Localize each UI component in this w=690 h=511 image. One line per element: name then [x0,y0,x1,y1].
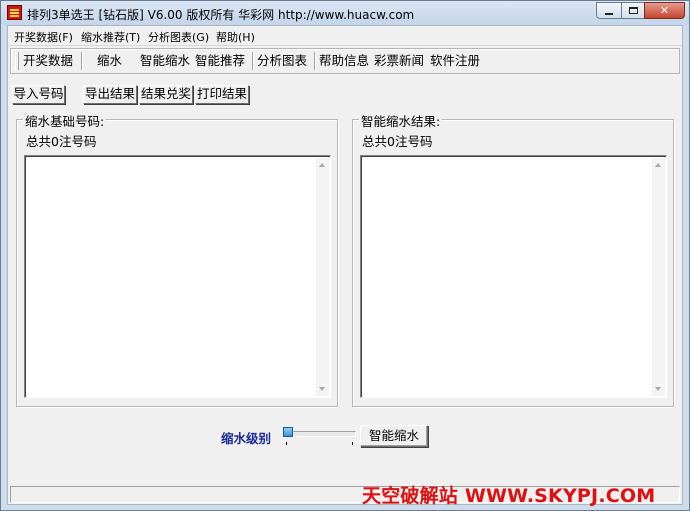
toolbar-reduce-button[interactable]: 缩水 [97,53,122,69]
scroll-down-icon[interactable] [655,387,661,391]
export-results-button[interactable]: 导出结果 [83,85,137,104]
minimize-button[interactable] [596,2,622,19]
smart-result-caption: 智能缩水结果: [359,111,443,130]
title-bar[interactable]: 排列3单选王 [钻石版] V6.00 版权所有 华彩网 http://www.h… [1,1,689,25]
maximize-button[interactable] [621,2,645,19]
slider-tick [286,442,287,445]
close-button[interactable]: ✕ [644,2,685,19]
application-window: 排列3单选王 [钻石版] V6.00 版权所有 华彩网 http://www.h… [0,0,690,511]
toolbar-smart-reduce-button[interactable]: 智能缩水 [140,53,190,69]
base-list-scrollbar[interactable] [316,158,329,396]
close-icon: ✕ [659,4,670,17]
reduce-level-slider[interactable] [282,426,356,446]
scroll-down-icon[interactable] [319,387,325,391]
reduce-level-label: 缩水级别 [221,431,272,446]
base-numbers-caption: 缩水基础号码: [23,111,107,130]
toolbar-separator [314,52,316,70]
toolbar-lottery-news-button[interactable]: 彩票新闻 [374,53,424,69]
scroll-up-icon[interactable] [319,163,325,167]
menu-reduce-recommend[interactable]: 缩水推荐(T) [81,29,140,45]
slider-tick [352,442,353,445]
scroll-up-icon[interactable] [655,163,661,167]
slider-thumb[interactable] [283,427,293,437]
toolbar-register-button[interactable]: 软件注册 [430,53,480,69]
smart-result-group: 智能缩水结果: 总共0注号码 [352,111,674,407]
import-numbers-button[interactable]: 导入号码 [12,85,65,104]
base-numbers-group: 缩水基础号码: 总共0注号码 [16,111,338,407]
base-count-label: 总共0注号码 [26,134,97,149]
toolbar-analysis-charts-button[interactable]: 分析图表 [257,53,307,69]
toolbar-smart-recommend-button[interactable]: 智能推荐 [195,53,245,69]
toolbar-separator [252,52,254,70]
base-numbers-list[interactable] [24,155,331,398]
client-area: 开奖数据(F) 缩水推荐(T) 分析图表(G) 帮助(H) 开奖数据 缩水 智能… [7,25,683,505]
slider-track[interactable] [284,431,356,437]
maximize-icon [628,7,638,14]
smart-reduce-button[interactable]: 智能缩水 [360,425,428,447]
window-title: 排列3单选王 [钻石版] V6.00 版权所有 华彩网 http://www.h… [27,8,415,22]
smart-result-list[interactable] [360,155,667,398]
watermark-text: 天空破解站 WWW.SKYPJ.COM [362,485,656,507]
app-logo-icon[interactable] [7,5,22,20]
result-list-scrollbar[interactable] [652,158,665,396]
print-results-button[interactable]: 打印结果 [195,85,249,104]
toolbar-grip[interactable] [15,52,19,70]
toolbar-separator [81,52,83,70]
toolbar-help-info-button[interactable]: 帮助信息 [319,53,369,69]
redeem-results-button[interactable]: 结果兑奖 [139,85,193,104]
minimize-icon [605,12,613,15]
menu-help[interactable]: 帮助(H) [216,29,255,45]
toolbar: 开奖数据 缩水 智能缩水 智能推荐 分析图表 帮助信息 彩票新闻 软件注册 [10,48,680,74]
menu-analysis-charts[interactable]: 分析图表(G) [148,29,209,45]
menu-lottery-data[interactable]: 开奖数据(F) [14,29,73,45]
result-count-label: 总共0注号码 [362,134,433,149]
toolbar-lottery-data-button[interactable]: 开奖数据 [23,53,73,69]
menu-bar: 开奖数据(F) 缩水推荐(T) 分析图表(G) 帮助(H) [8,26,682,46]
